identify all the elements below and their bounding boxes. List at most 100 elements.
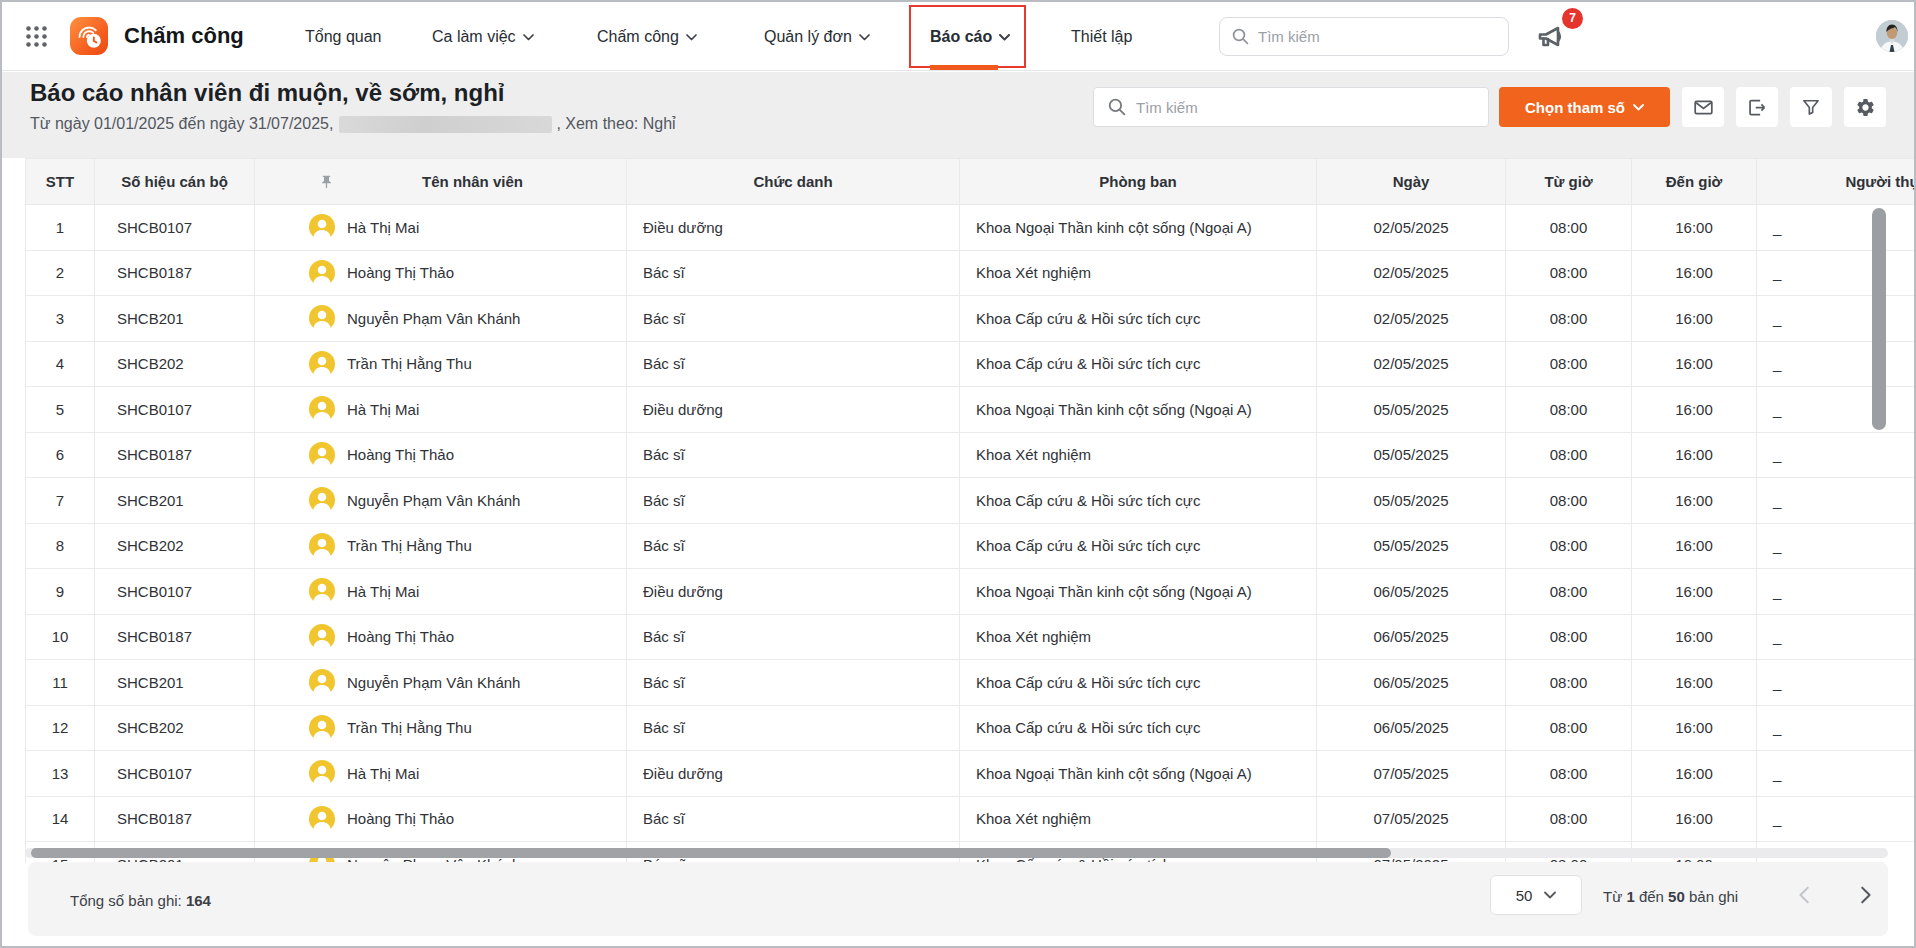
cell-stt: 5: [25, 387, 95, 433]
cell-chuc-danh: Bác sĩ: [627, 797, 960, 843]
cell-chuc-danh: Bác sĩ: [627, 296, 960, 342]
employee-avatar-icon: [309, 442, 335, 468]
cell-tu-gio: 08:00: [1506, 569, 1632, 615]
cell-so-hieu: SHCB201: [95, 478, 255, 524]
cell-ngay: 05/05/2025: [1317, 433, 1506, 479]
col-header-nguoi-thuc-hien[interactable]: Người thực hiện: [1757, 159, 1916, 205]
table-row[interactable]: 8 SHCB202 Trần Thị Hằng Thu Bác sĩ Khoa …: [25, 524, 1916, 570]
filter-button[interactable]: [1790, 87, 1832, 127]
cell-chuc-danh: Điều dưỡng: [627, 751, 960, 797]
cell-nguoi-thuc-hien: _: [1757, 706, 1916, 752]
app-logo-icon[interactable]: [70, 17, 108, 55]
export-icon: [1747, 97, 1768, 118]
cell-chuc-danh: Bác sĩ: [627, 433, 960, 479]
cell-stt: 8: [25, 524, 95, 570]
cell-stt: 7: [25, 478, 95, 524]
table-row[interactable]: 6 SHCB0187 Hoàng Thị Thảo Bác sĩ Khoa Xé…: [25, 433, 1916, 479]
cell-so-hieu: SHCB201: [95, 660, 255, 706]
cell-chuc-danh: Điều dưỡng: [627, 205, 960, 251]
cell-stt: 9: [25, 569, 95, 615]
table-row[interactable]: 12 SHCB202 Trần Thị Hằng Thu Bác sĩ Khoa…: [25, 706, 1916, 752]
horizontal-scrollbar[interactable]: [31, 848, 1391, 858]
table-row[interactable]: 5 SHCB0107 Hà Thị Mai Điều dưỡng Khoa Ng…: [25, 387, 1916, 433]
table-row[interactable]: 7 SHCB201 Nguyễn Phạm Vân Khánh Bác sĩ K…: [25, 478, 1916, 524]
cell-nguoi-thuc-hien: _: [1757, 433, 1916, 479]
cell-stt: 2: [25, 251, 95, 297]
cell-stt: 12: [25, 706, 95, 752]
nav-item-ca-lam-viec[interactable]: Ca làm việc: [432, 2, 534, 71]
nav-item-thiet-lap[interactable]: Thiết lập: [1071, 2, 1132, 71]
cell-ten-nhan-vien: Nguyễn Phạm Vân Khánh: [255, 296, 627, 342]
cell-chuc-danh: Bác sĩ: [627, 342, 960, 388]
search-icon: [1108, 98, 1126, 116]
user-avatar[interactable]: [1876, 20, 1908, 52]
record-range: Từ 1 đến 50 bản ghi: [1603, 888, 1738, 905]
cell-stt: 4: [25, 342, 95, 388]
cell-chuc-danh: Bác sĩ: [627, 251, 960, 297]
redacted-text: [339, 116, 552, 133]
pin-icon: [319, 174, 334, 189]
table-row[interactable]: 2 SHCB0187 Hoàng Thị Thảo Bác sĩ Khoa Xé…: [25, 251, 1916, 297]
col-header-den-gio[interactable]: Đến giờ: [1632, 159, 1757, 205]
cell-stt: 14: [25, 797, 95, 843]
col-header-phong-ban[interactable]: Phòng ban: [960, 159, 1317, 205]
table-row[interactable]: 4 SHCB202 Trần Thị Hằng Thu Bác sĩ Khoa …: [25, 342, 1916, 388]
col-header-chuc-danh[interactable]: Chức danh: [627, 159, 960, 205]
global-search-input[interactable]: Tìm kiếm: [1219, 17, 1509, 56]
cell-phong-ban: Khoa Ngoại Thần kinh cột sống (Ngoại A): [960, 205, 1317, 251]
cell-phong-ban: Khoa Cấp cứu & Hồi sức tích cực: [960, 706, 1317, 752]
table-search-input[interactable]: Tìm kiếm: [1093, 87, 1489, 127]
nav-item-tong-quan[interactable]: Tổng quan: [305, 2, 382, 71]
cell-phong-ban: Khoa Cấp cứu & Hồi sức tích cực: [960, 660, 1317, 706]
cell-tu-gio: 08:00: [1506, 478, 1632, 524]
cell-so-hieu: SHCB0187: [95, 797, 255, 843]
settings-button[interactable]: [1844, 87, 1886, 127]
table-row[interactable]: 9 SHCB0107 Hà Thị Mai Điều dưỡng Khoa Ng…: [25, 569, 1916, 615]
cell-stt: 1: [25, 205, 95, 251]
col-header-so-hieu[interactable]: Số hiệu cán bộ: [95, 159, 255, 205]
cell-phong-ban: Khoa Cấp cứu & Hồi sức tích cực: [960, 296, 1317, 342]
cell-tu-gio: 08:00: [1506, 387, 1632, 433]
nav-item-quan-ly-don[interactable]: Quản lý đơn: [764, 2, 870, 71]
table-row[interactable]: 10 SHCB0187 Hoàng Thị Thảo Bác sĩ Khoa X…: [25, 615, 1916, 661]
app-launcher-icon[interactable]: [26, 26, 47, 47]
cell-den-gio: 16:00: [1632, 205, 1757, 251]
employee-avatar-icon: [309, 396, 335, 422]
nav-item-cham-cong[interactable]: Chấm công: [597, 2, 697, 71]
cell-nguoi-thuc-hien: _: [1757, 251, 1916, 297]
cell-nguoi-thuc-hien: _: [1757, 615, 1916, 661]
gear-icon: [1855, 97, 1876, 118]
col-header-tu-gio[interactable]: Từ giờ: [1506, 159, 1632, 205]
page-size-select[interactable]: 50: [1490, 875, 1582, 915]
cell-phong-ban: Khoa Xét nghiệm: [960, 251, 1317, 297]
cell-ngay: 02/05/2025: [1317, 205, 1506, 251]
annotation-highlight-box: [909, 5, 1026, 68]
next-page-icon[interactable]: [1854, 884, 1876, 906]
choose-parameters-button[interactable]: Chọn tham số: [1499, 87, 1670, 127]
previous-page-icon[interactable]: [1794, 884, 1816, 906]
page-title: Báo cáo nhân viên đi muộn, về sớm, nghỉ: [30, 79, 504, 107]
export-button[interactable]: [1736, 87, 1778, 127]
col-header-ngay[interactable]: Ngày: [1317, 159, 1506, 205]
cell-ten-nhan-vien: Nguyễn Phạm Vân Khánh: [255, 478, 627, 524]
cell-ten-nhan-vien: Nguyễn Phạm Vân Khánh: [255, 660, 627, 706]
cell-ten-nhan-vien: Trần Thị Hằng Thu: [255, 342, 627, 388]
cell-den-gio: 16:00: [1632, 660, 1757, 706]
col-header-ten-nhan-vien[interactable]: Tên nhân viên: [255, 159, 627, 205]
cell-so-hieu: SHCB202: [95, 524, 255, 570]
cell-ten-nhan-vien: Hoàng Thị Thảo: [255, 251, 627, 297]
cell-so-hieu: SHCB0107: [95, 569, 255, 615]
table-row[interactable]: 3 SHCB201 Nguyễn Phạm Vân Khánh Bác sĩ K…: [25, 296, 1916, 342]
table-row[interactable]: 1 SHCB0107 Hà Thị Mai Điều dưỡng Khoa Ng…: [25, 205, 1916, 251]
cell-ngay: 07/05/2025: [1317, 797, 1506, 843]
vertical-scrollbar[interactable]: [1872, 208, 1886, 430]
cell-ngay: 06/05/2025: [1317, 569, 1506, 615]
col-header-stt[interactable]: STT: [25, 159, 95, 205]
mail-icon: [1693, 97, 1714, 118]
email-button[interactable]: [1682, 87, 1724, 127]
table-row[interactable]: 13 SHCB0107 Hà Thị Mai Điều dưỡng Khoa N…: [25, 751, 1916, 797]
table-row[interactable]: 11 SHCB201 Nguyễn Phạm Vân Khánh Bác sĩ …: [25, 660, 1916, 706]
cell-stt: 10: [25, 615, 95, 661]
table-row[interactable]: 14 SHCB0187 Hoàng Thị Thảo Bác sĩ Khoa X…: [25, 797, 1916, 843]
page-header: Báo cáo nhân viên đi muộn, về sớm, nghỉ …: [2, 72, 1914, 158]
